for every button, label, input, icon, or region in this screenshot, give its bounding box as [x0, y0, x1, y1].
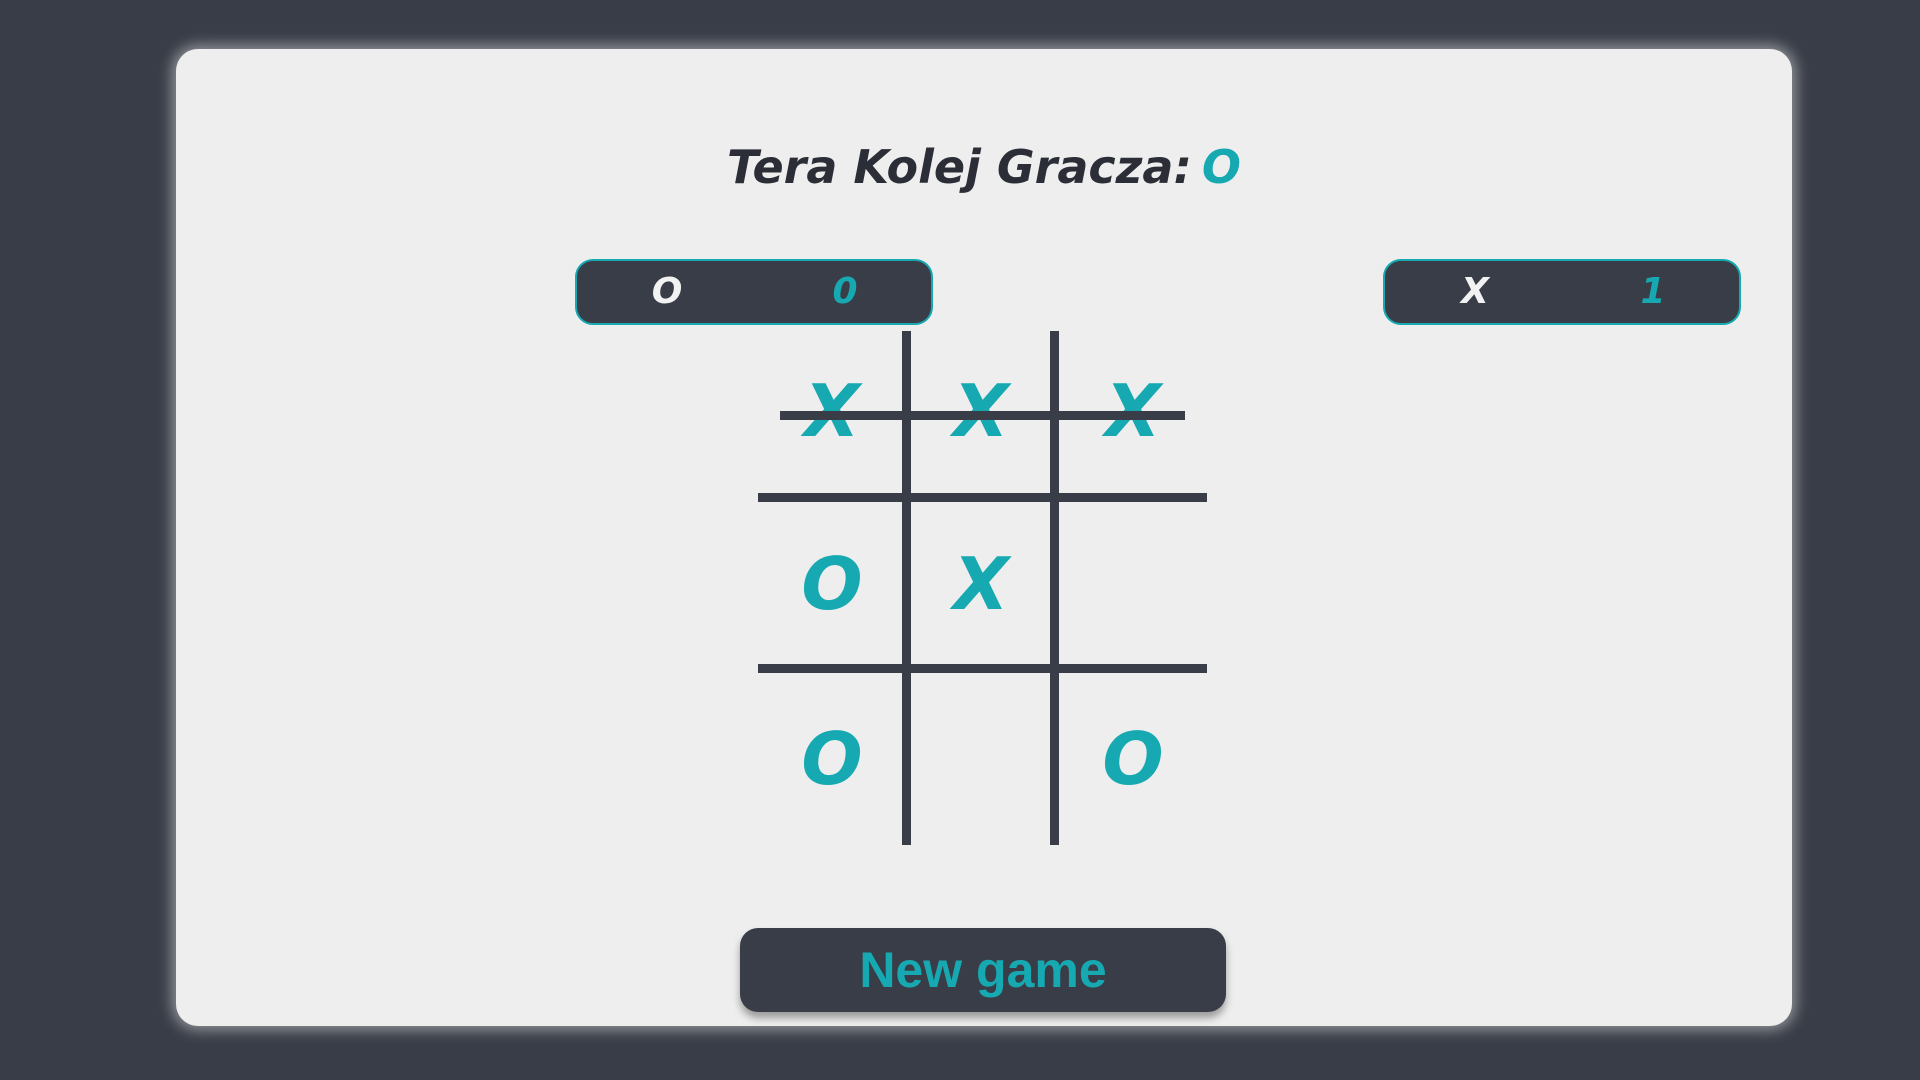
board-cell-5[interactable]: X [911, 504, 1051, 664]
board-cell-7[interactable]: O [762, 679, 902, 839]
grid-line-vertical-2 [1050, 331, 1059, 845]
new-game-button[interactable]: New game [740, 928, 1226, 1012]
score-count-o: 0 [832, 271, 858, 312]
score-panel-o: O 0 [575, 259, 933, 325]
board-cell-9[interactable]: O [1063, 679, 1203, 839]
grid-line-horizontal-1 [758, 493, 1207, 502]
score-mark-o: O [651, 271, 683, 312]
turn-indicator: Tera Kolej Gracza: O [176, 135, 1792, 199]
score-count-x: 1 [1640, 271, 1666, 312]
board-cell-6[interactable] [1063, 504, 1203, 664]
turn-label: Tera Kolej Gracza: [727, 140, 1192, 194]
grid-line-vertical-1 [902, 331, 911, 845]
winning-line [780, 411, 1185, 420]
score-mark-x: X [1461, 271, 1489, 312]
score-panel-x: X 1 [1383, 259, 1741, 325]
game-board: X X X O X O O [758, 331, 1207, 845]
grid-line-horizontal-2 [758, 664, 1207, 673]
board-cell-4[interactable]: O [762, 504, 902, 664]
current-player: O [1201, 140, 1241, 194]
board-cell-8[interactable] [911, 679, 1051, 839]
